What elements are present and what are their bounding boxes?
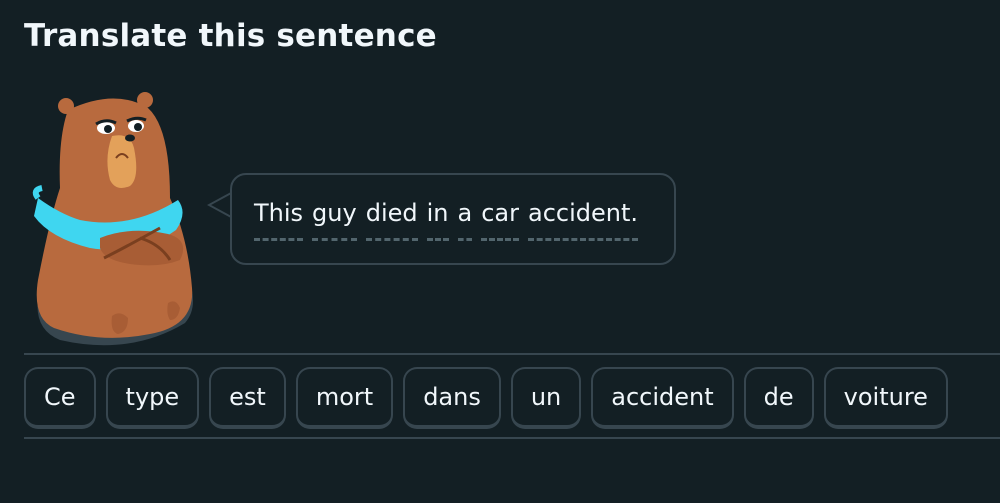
prompt-word[interactable]: This (254, 199, 304, 241)
word-tile[interactable]: accident (591, 367, 734, 429)
prompt-word[interactable]: accident. (528, 199, 639, 241)
prompt-word[interactable]: died (365, 199, 418, 241)
word-tile[interactable]: de (743, 367, 814, 429)
prompt-word[interactable]: guy (312, 199, 357, 241)
prompt-word[interactable]: car (481, 199, 519, 241)
prompt-word[interactable]: a (457, 199, 472, 241)
word-tile[interactable]: dans (403, 367, 501, 429)
word-bank: Ce type est mort dans un accident de voi… (24, 367, 948, 429)
word-tile[interactable]: voiture (823, 367, 948, 429)
prompt-word[interactable]: in (426, 199, 449, 241)
answer-area-divider-bottom (24, 437, 1000, 439)
answer-area-divider-top (24, 353, 1000, 355)
translate-exercise: Translate this sentence This guy died in… (0, 0, 1000, 503)
word-tile[interactable]: Ce (24, 367, 96, 429)
word-tile[interactable]: un (510, 367, 582, 429)
speech-bubble: This guy died in a car accident. (230, 173, 676, 265)
word-tile[interactable]: type (105, 367, 200, 429)
word-tile[interactable]: est (209, 367, 286, 429)
page-title: Translate this sentence (24, 18, 437, 54)
word-tile[interactable]: mort (295, 367, 394, 429)
prompt-sentence: This guy died in a car accident. (254, 199, 639, 241)
bear-mascot-icon (32, 92, 194, 346)
